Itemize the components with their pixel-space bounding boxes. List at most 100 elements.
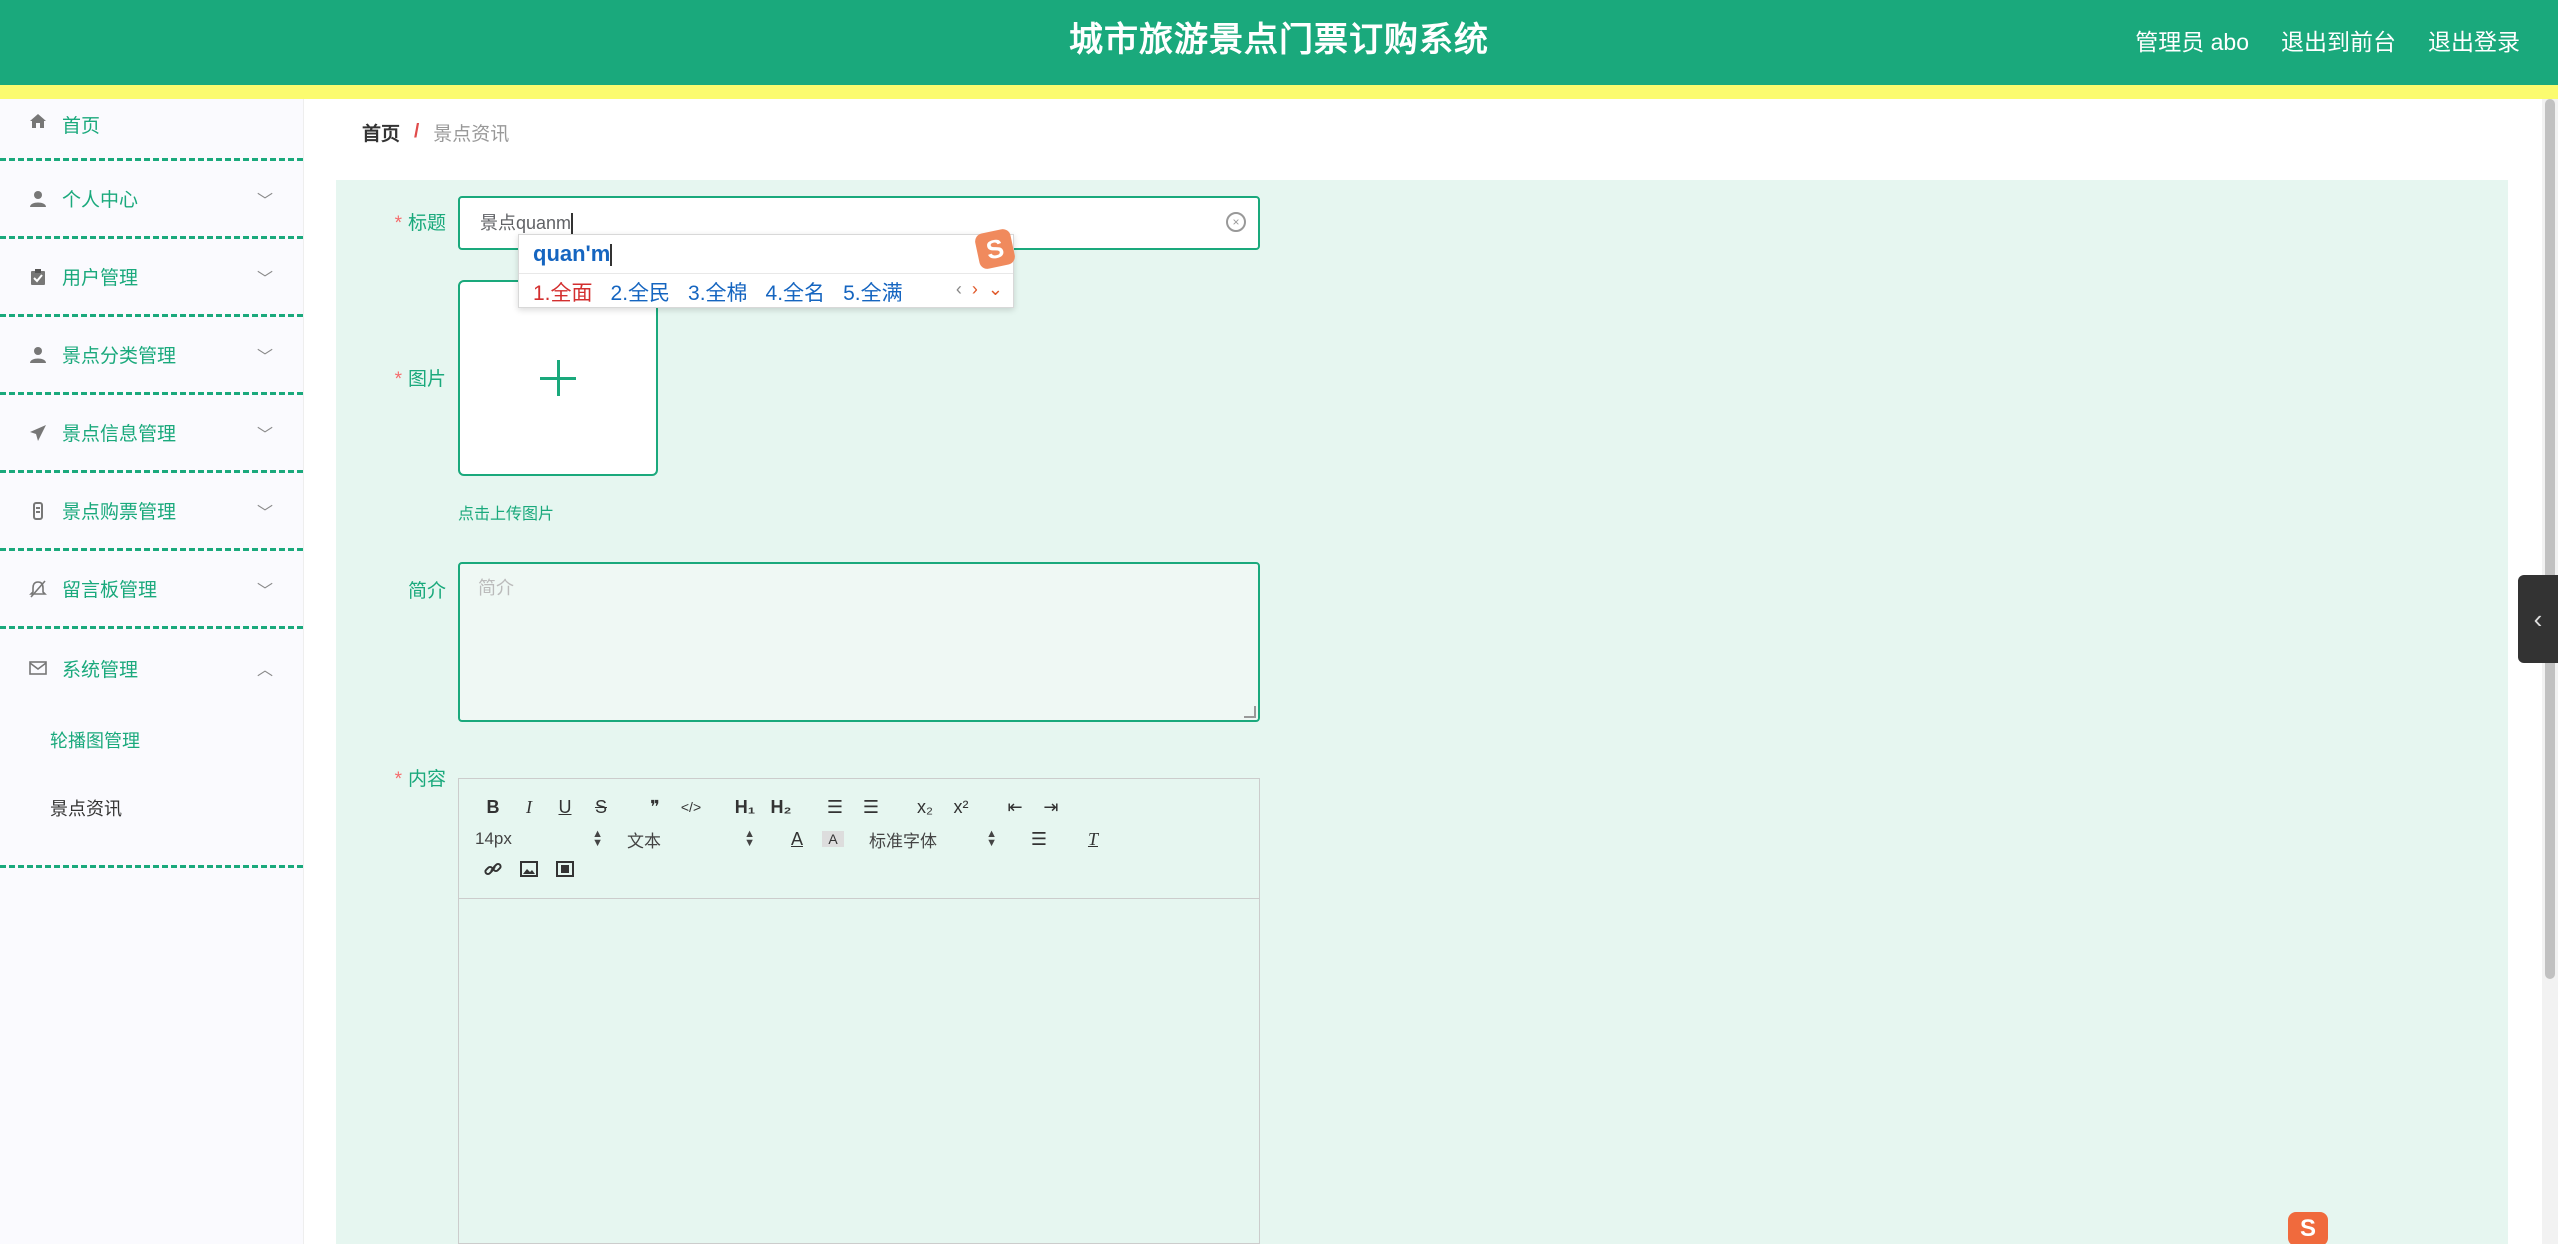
superscript-button[interactable]: x² [943,797,979,818]
bold-button[interactable]: B [475,797,511,818]
clipboard-icon [28,267,48,287]
font-size-select[interactable]: 14px ▲ ▼ [475,829,603,849]
ime-candidate[interactable]: 2.全民 [611,277,671,307]
exit-to-front-link[interactable]: 退出到前台 [2281,23,2396,57]
ime-candidate-popup: quan'm S 1.全面 2.全民 3.全棉 4.全名 5.全满 ‹ › ⌄ [518,227,1017,308]
bullet-list-button[interactable]: ☰ [853,797,889,818]
chevron-up-icon: ︿ [256,662,273,679]
intro-textarea[interactable]: 简介 [458,562,1260,722]
select-arrow-icon: ▲ ▼ [986,828,997,849]
mail-icon [28,658,48,678]
chevron-down-icon: ﹀ [256,504,273,522]
video-icon[interactable] [547,860,583,882]
side-panel-toggle-button[interactable]: ‹ [2518,575,2558,663]
clear-icon[interactable]: × [1226,212,1246,232]
rich-text-editor: B I U S ❞ </> H₁ H₂ ☰ ☰ x₂ x² ⇤ ⇥ 14px ▲… [458,778,1260,1244]
sidebar-item-system[interactable]: 系统管理 ︿ [0,629,303,707]
breadcrumb-separator: / [414,121,420,142]
sidebar-item-label: 景点购票管理 [62,502,177,523]
scroll-thumb[interactable] [2545,99,2555,979]
app-root: 城市旅游景点门票订购系统 管理员 abo 退出到前台 退出登录 首页 个人中心 … [0,0,2558,1244]
ime-candidate[interactable]: 1.全面 [533,277,593,307]
content-label: * 内容 [394,769,446,790]
editor-content-area[interactable] [459,899,1259,1243]
title-input-value: 景点quanm [480,213,572,233]
image-label: * 图片 [394,369,446,390]
chevron-left-icon[interactable]: ‹ [956,279,962,300]
required-mark: * [394,769,402,790]
chevron-left-icon: ‹ [2533,604,2543,634]
align-button[interactable]: ☰ [1021,829,1057,850]
sidebar-item-users[interactable]: 用户管理 ﹀ [0,239,303,317]
person-icon [28,345,48,365]
required-mark: * [394,213,402,234]
intro-placeholder: 简介 [478,578,514,598]
strike-button[interactable]: S [583,797,619,818]
system-submenu: 轮播图管理 景点资讯 [0,707,303,868]
sidebar-item-ticket[interactable]: 景点购票管理 ﹀ [0,473,303,551]
sidebar-item-category[interactable]: 景点分类管理 ﹀ [0,317,303,395]
resize-handle[interactable] [1244,706,1256,718]
background-color-button[interactable]: A [822,831,844,847]
underline-button[interactable]: U [547,797,583,818]
ime-candidate[interactable]: 5.全满 [843,277,903,307]
outdent-button[interactable]: ⇤ [997,797,1033,818]
page-scrollbar[interactable] [2542,99,2558,1244]
clear-format-button[interactable]: T [1075,829,1111,850]
breadcrumb-current: 景点资讯 [433,123,510,145]
italic-button[interactable]: I [511,797,547,818]
required-mark: * [394,369,402,390]
ime-divider [519,273,1013,274]
sogou-tray-icon[interactable]: S [2288,1212,2328,1244]
paper-plane-icon [28,423,48,443]
logout-link[interactable]: 退出登录 [2428,23,2520,57]
breadcrumb: 首页 / 景点资讯 [336,99,2508,165]
chevron-down-icon: ﹀ [256,582,273,600]
header1-button[interactable]: H₁ [727,797,763,818]
link-icon[interactable] [475,860,511,883]
sidebar-item-label: 留言板管理 [62,580,158,601]
indent-button[interactable]: ⇥ [1033,797,1069,818]
toolbar-row-1: B I U S ❞ </> H₁ H₂ ☰ ☰ x₂ x² ⇤ ⇥ [475,791,1243,823]
ime-candidate[interactable]: 3.全棉 [688,277,748,307]
image-icon[interactable] [511,860,547,882]
breadcrumb-home[interactable]: 首页 [362,119,400,146]
subscript-button[interactable]: x₂ [907,797,943,818]
sidebar-item-profile[interactable]: 个人中心 ﹀ [0,161,303,239]
sidebar-subitem-spot-news[interactable]: 景点资讯 [0,775,303,843]
home-icon [28,111,48,131]
toolbar-row-3 [475,855,1243,887]
header2-button[interactable]: H₂ [763,797,799,818]
chevron-down-icon: ﹀ [256,426,273,444]
chevron-down-icon: ﹀ [256,192,273,210]
ime-candidate[interactable]: 4.全名 [766,277,826,307]
plus-icon [540,360,576,396]
chevron-right-icon[interactable]: › [972,279,978,300]
bell-off-icon [28,579,48,599]
block-type-select[interactable]: 文本 ▲ ▼ [627,827,755,852]
news-form: *标题 景点quanm × *图片 点击上传图片 简介 简介 *内容 B [336,180,2508,1244]
top-actions: 管理员 abo 退出到前台 退出登录 [2135,0,2520,80]
admin-user-label[interactable]: 管理员 abo [2135,23,2249,57]
ime-candidates: 1.全面 2.全民 3.全棉 4.全名 5.全满 [533,277,903,307]
ticket-icon [28,501,48,521]
sidebar-subitem-carousel[interactable]: 轮播图管理 [0,707,303,775]
code-block-button[interactable]: </> [673,799,709,815]
top-bar-strip [0,85,2558,99]
title-label: * 标题 [394,213,446,234]
sidebar-item-message[interactable]: 留言板管理 ﹀ [0,551,303,629]
image-upload-button[interactable] [458,280,658,476]
chevron-down-icon[interactable]: ⌄ [988,279,1003,300]
select-arrow-icon: ▲ ▼ [744,828,755,849]
sidebar-item-home[interactable]: 首页 [0,99,303,161]
toolbar-row-2: 14px ▲ ▼ 文本 ▲ ▼ A A 标准字体 ▲ ▼ ☰ T [475,823,1243,855]
blockquote-button[interactable]: ❞ [637,797,673,818]
font-family-select[interactable]: 标准字体 ▲ ▼ [869,827,997,852]
sidebar-item-label: 个人中心 [62,190,139,211]
text-caret [571,213,574,236]
ordered-list-button[interactable]: ☰ [817,797,853,818]
font-color-button[interactable]: A [779,829,815,850]
sidebar-item-spot-info[interactable]: 景点信息管理 ﹀ [0,395,303,473]
chevron-down-icon: ﹀ [256,270,273,288]
chevron-down-icon: ﹀ [256,348,273,366]
